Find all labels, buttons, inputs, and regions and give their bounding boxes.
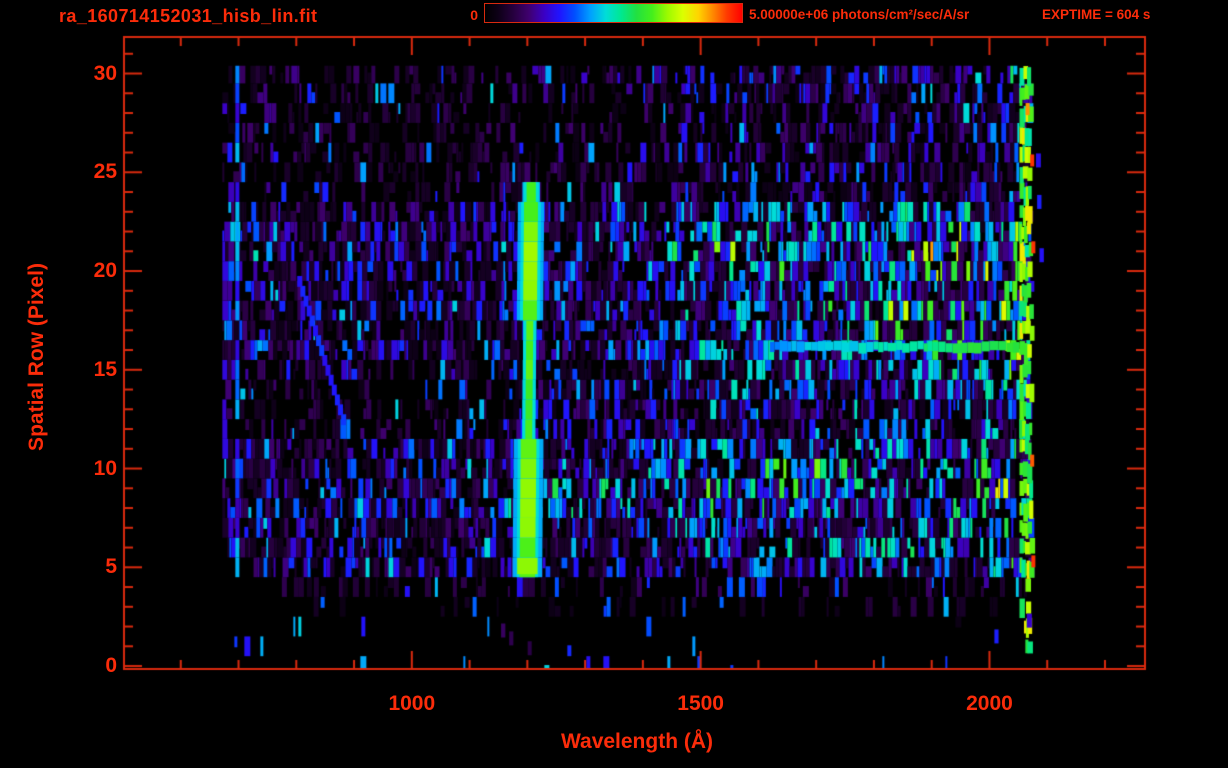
x-axis-title: Wavelength (Å) [560, 730, 714, 753]
colorbar-max-label: 5.00000e+06 photons/cm²/sec/A/sr [749, 7, 970, 22]
y-tick-label-20: 20 [93, 259, 117, 283]
y-tick-label-25: 25 [93, 160, 117, 184]
y-tick-label-30: 30 [93, 61, 117, 85]
spectral-heatmap-canvas [0, 0, 1228, 768]
y-tick-label-15: 15 [93, 357, 117, 381]
colorbar-min-label: 0 [470, 7, 478, 23]
x-tick-label-1500: 1500 [677, 692, 724, 715]
spectral-image-viewer-window: ra_160714152031_hisb_lin.fit 0 5.00000e+… [0, 0, 1228, 768]
exptime-label: EXPTIME = 604 s [1042, 7, 1151, 22]
y-tick-label-10: 10 [93, 456, 117, 480]
y-tick-label-5: 5 [105, 555, 117, 579]
y-tick-label-0: 0 [105, 654, 117, 678]
colorbar-gradient [484, 3, 743, 23]
x-tick-label-1000: 1000 [388, 692, 436, 715]
x-tick-label-2000: 2000 [966, 692, 1013, 715]
file-title: ra_160714152031_hisb_lin.fit [59, 6, 318, 26]
